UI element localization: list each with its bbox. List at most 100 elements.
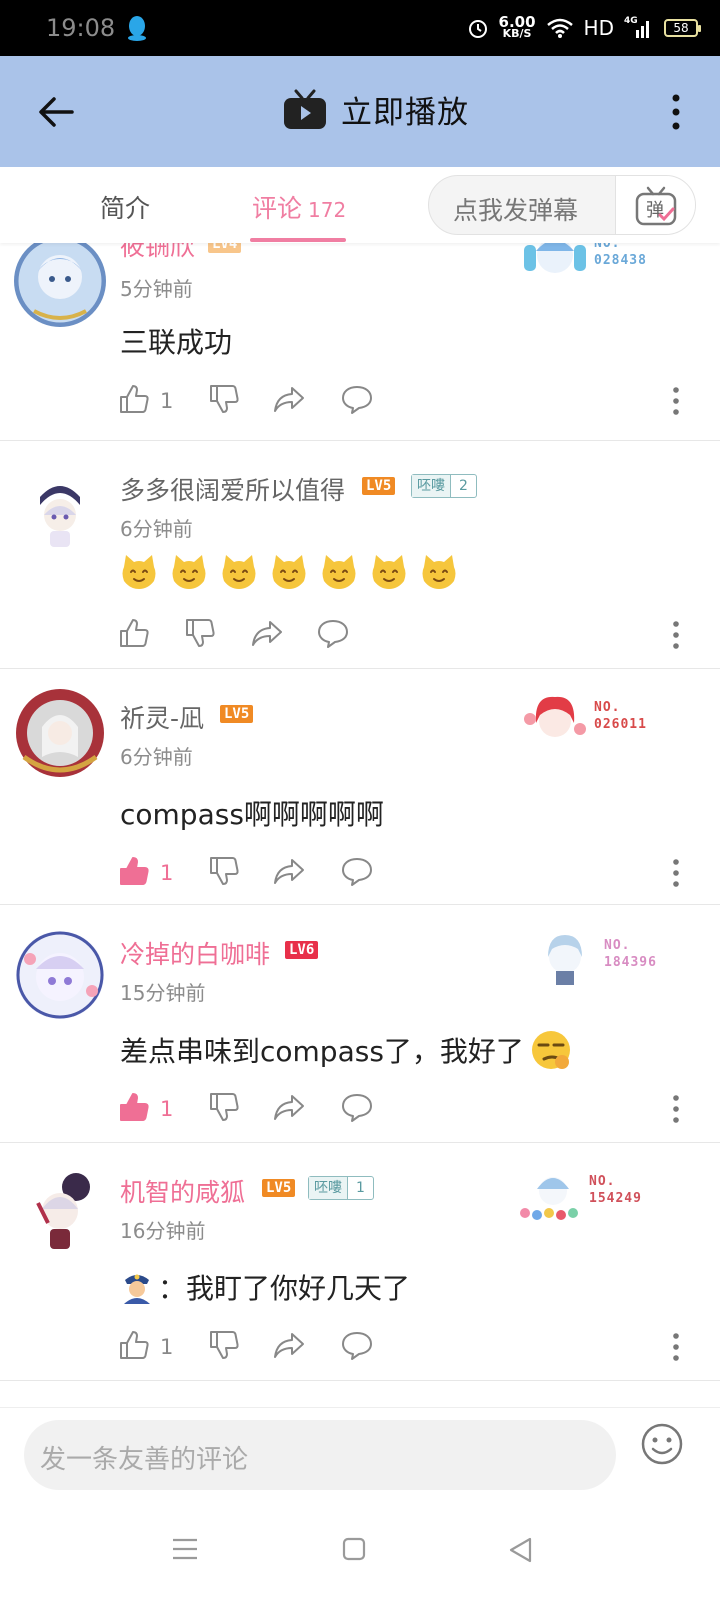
comment-text-row: ：我盯了你好几天了 [120, 1267, 410, 1307]
comment-item: 多多很阔爱所以值得 LV5 呸嘍 2 6分钟前 [0, 441, 720, 669]
medal-art-icon [524, 243, 586, 273]
danmaku-icon: 弹 [635, 186, 677, 226]
danmaku-input[interactable]: 点我发弹幕 弹 [428, 175, 696, 235]
tab-bar: 简介 评论 172 点我发弹幕 弹 [0, 167, 720, 243]
share-icon[interactable] [250, 617, 284, 649]
level-badge: LV4 [208, 243, 242, 253]
fan-badge-level: 1 [356, 1180, 365, 1196]
tab-intro[interactable]: 简介 [100, 189, 150, 225]
emoji-icon[interactable] [640, 1422, 684, 1466]
tv-icon [284, 89, 326, 129]
tab-comments[interactable]: 评论 172 [252, 189, 346, 225]
thumb-down-icon[interactable] [208, 855, 240, 887]
user-avatar[interactable] [14, 1163, 106, 1255]
back-icon[interactable] [508, 1537, 532, 1563]
comment-count: 172 [308, 198, 347, 222]
fan-medal: NO. 026011 [520, 689, 670, 753]
thumb-down-icon[interactable] [208, 1329, 240, 1361]
user-avatar[interactable] [14, 929, 106, 1021]
reply-icon[interactable] [340, 1091, 374, 1123]
comment-text: ：我盯了你好几天了 [158, 1272, 411, 1305]
back-arrow-icon[interactable] [36, 92, 76, 132]
share-icon[interactable] [272, 383, 306, 415]
status-icons: 6.00 KB/S HD 4G 58 [467, 12, 701, 44]
medal-num: 026011 [594, 717, 647, 732]
username[interactable]: 机智的咸狐 [120, 1173, 245, 1209]
comment-text: 差点串味到compass了，我好了 [120, 1035, 524, 1068]
fan-medal: NO. 154249 [515, 1163, 665, 1227]
fan-medal: NO. 028438 [520, 243, 670, 289]
medal-num: 028438 [594, 253, 647, 268]
username[interactable]: 祈灵-凪 [120, 699, 204, 735]
thumb-up-icon[interactable] [118, 1091, 150, 1123]
reply-icon[interactable] [340, 1329, 374, 1361]
danmaku-placeholder: 点我发弹幕 [453, 196, 579, 225]
menu-icon[interactable] [172, 1537, 198, 1561]
fan-medal: NO. 184396 [530, 927, 680, 991]
alarm-icon [468, 20, 487, 38]
comment-item: 机智的咸狐 LV5 呸嘍 1 16分钟前 NO. 154249 ：我盯了你好几天… [0, 1143, 720, 1381]
home-icon[interactable] [342, 1537, 366, 1561]
play-now-button[interactable]: 立即播放 [283, 87, 469, 132]
thumb-up-icon[interactable] [118, 1329, 150, 1361]
comment-list: 筱锎欣 LV4 5分钟前 NO. 028438 三联成功 1 多多很阔爱所以值得… [0, 243, 720, 1407]
thumb-up-icon[interactable] [118, 617, 150, 649]
comment-text: 三联成功 [120, 326, 233, 359]
app-bar: 立即播放 [0, 56, 720, 167]
comment-placeholder: 发一条友善的评论 [40, 1445, 249, 1475]
reply-icon[interactable] [340, 383, 374, 415]
comment-text: compass啊啊啊啊啊 [120, 798, 384, 831]
username[interactable]: 多多很阔爱所以值得 [120, 471, 345, 507]
police-emoji-icon [124, 1274, 150, 1304]
reply-icon[interactable] [316, 617, 350, 649]
medal-number: NO. 026011 [594, 699, 647, 733]
thumb-down-icon[interactable] [208, 1091, 240, 1123]
thumb-up-icon[interactable] [118, 383, 150, 415]
more-vert-icon[interactable] [670, 92, 682, 132]
share-icon[interactable] [272, 1091, 306, 1123]
username[interactable]: 冷掉的白咖啡 [120, 935, 270, 971]
comment-time: 5分钟前 [120, 277, 193, 301]
comment-time: 15分钟前 [120, 981, 206, 1005]
qq-icon [128, 16, 146, 41]
comment-input[interactable]: 发一条友善的评论 [24, 1420, 616, 1490]
thumb-up-icon[interactable] [118, 855, 150, 887]
danmaku-button[interactable]: 弹 [615, 176, 695, 234]
user-avatar[interactable] [14, 467, 106, 559]
comment-item: 筱锎欣 LV4 5分钟前 NO. 028438 三联成功 1 [0, 243, 720, 441]
user-avatar[interactable] [14, 243, 106, 327]
status-bar: 19:08 6.00 KB/S HD 4G 58 [0, 0, 720, 56]
like-count: 1 [160, 1335, 174, 1359]
cat-emoji-icon [222, 555, 256, 589]
fan-badge-level: 2 [459, 478, 468, 494]
hd-indicator: HD [583, 16, 614, 40]
tab-indicator [250, 238, 346, 242]
comment-more-icon[interactable] [672, 1333, 680, 1361]
share-icon[interactable] [272, 1329, 306, 1361]
username[interactable]: 筱锎欣 [120, 243, 195, 263]
battery-indicator: 58 [664, 19, 701, 37]
thumb-down-icon[interactable] [208, 383, 240, 415]
comment-item: 冷掉的白咖啡 LV6 15分钟前 NO. 184396 差点串味到compass了… [0, 905, 720, 1143]
comment-more-icon[interactable] [672, 1095, 680, 1123]
share-icon[interactable] [272, 855, 306, 887]
level-badge: LV5 [262, 1179, 296, 1197]
smirk-emoji-icon [531, 1031, 570, 1069]
comment-time: 6分钟前 [120, 745, 193, 769]
comment-more-icon[interactable] [672, 859, 680, 887]
thumb-down-icon[interactable] [184, 617, 216, 649]
medal-no-label: NO. [589, 1174, 616, 1189]
cat-emoji-icon [372, 555, 406, 589]
net-speed: 6.00 KB/S [498, 13, 536, 40]
comment-time: 16分钟前 [120, 1219, 206, 1243]
comment-more-icon[interactable] [672, 621, 680, 649]
medal-num: 184396 [604, 955, 657, 970]
system-nav-bar [0, 1503, 720, 1600]
reply-icon[interactable] [340, 855, 374, 887]
user-avatar[interactable] [14, 687, 106, 779]
comment-more-icon[interactable] [672, 387, 680, 415]
like-count: 1 [160, 861, 174, 885]
emoji-row [120, 553, 458, 591]
cat-emoji-icon [322, 555, 356, 589]
medal-num: 154249 [589, 1191, 642, 1206]
